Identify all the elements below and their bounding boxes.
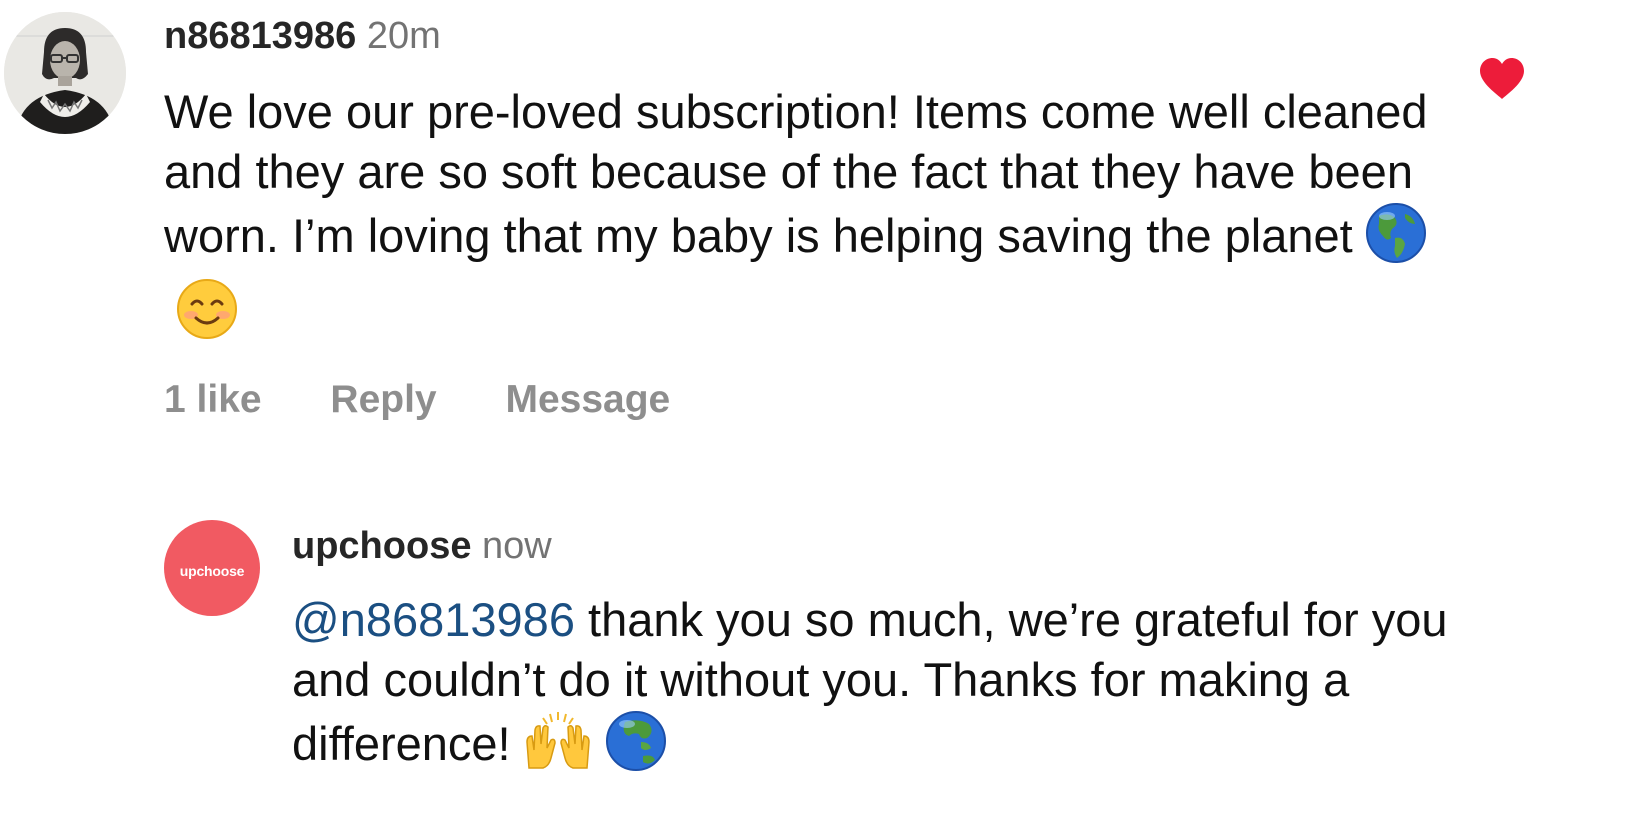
like-heart-icon[interactable] bbox=[1478, 57, 1526, 101]
raising-hands-icon bbox=[523, 710, 593, 786]
mention-link[interactable]: @n86813986 bbox=[292, 593, 575, 646]
avatar[interactable] bbox=[4, 12, 126, 134]
message-button[interactable]: Message bbox=[505, 378, 670, 421]
comment-body: We love our pre-loved subscription! Item… bbox=[164, 85, 1428, 262]
globe-asia-icon bbox=[605, 710, 667, 786]
smiling-face-icon bbox=[176, 278, 238, 354]
comment-header: upchoose now bbox=[292, 522, 552, 570]
timestamp: now bbox=[482, 525, 552, 567]
globe-americas-icon bbox=[1365, 202, 1427, 278]
timestamp: 20m bbox=[366, 15, 441, 57]
comment-actions: 1 like Reply Message bbox=[164, 375, 728, 425]
likes-count[interactable]: 1 like bbox=[164, 378, 262, 421]
username[interactable]: upchoose bbox=[292, 525, 471, 567]
comment-header: n86813986 20m bbox=[164, 12, 441, 60]
profile-photo-icon bbox=[4, 12, 126, 134]
comment-thread: n86813986 20m We love our pre-loved subs… bbox=[0, 0, 1648, 826]
avatar[interactable]: upchoose bbox=[164, 520, 260, 616]
avatar-logo-text: upchoose bbox=[179, 563, 245, 579]
reply-button[interactable]: Reply bbox=[330, 378, 436, 421]
username[interactable]: n86813986 bbox=[164, 15, 356, 57]
comment-text: We love our pre-loved subscription! Item… bbox=[164, 82, 1444, 354]
comment-text: @n86813986 thank you so much, we’re grat… bbox=[292, 590, 1472, 786]
